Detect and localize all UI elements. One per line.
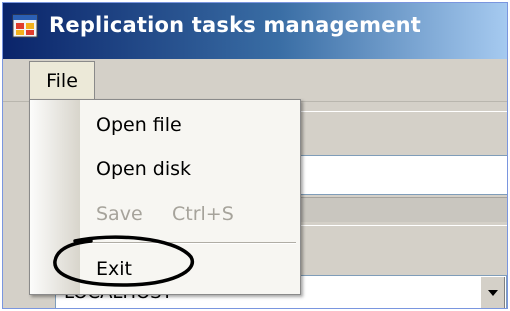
form-group-panel <box>295 225 507 274</box>
menu-item-save: Save <box>96 203 143 225</box>
menu-icon-gutter <box>30 100 80 294</box>
combo-dropdown-button[interactable] <box>480 277 505 308</box>
main-window: Replication tasks management File LOCALH… <box>2 2 508 309</box>
menu-item-save-shortcut: Ctrl+S <box>172 203 234 225</box>
app-window-icon <box>12 14 38 38</box>
title-bar[interactable]: Replication tasks management <box>3 3 507 61</box>
chevron-down-icon <box>488 290 498 296</box>
menu-separator <box>86 242 296 244</box>
menu-item-exit[interactable]: Exit <box>96 258 132 280</box>
menu-file[interactable]: File <box>29 61 95 99</box>
form-separator-panel <box>295 197 507 222</box>
file-dropdown-menu: Open file Open disk Save Ctrl+S Exit <box>29 99 301 295</box>
window-title: Replication tasks management <box>49 13 422 37</box>
menu-bar: File <box>3 59 507 102</box>
path-textbox[interactable] <box>295 155 507 195</box>
menu-item-open-disk[interactable]: Open disk <box>96 158 191 180</box>
menu-item-open-file[interactable]: Open file <box>96 114 182 136</box>
